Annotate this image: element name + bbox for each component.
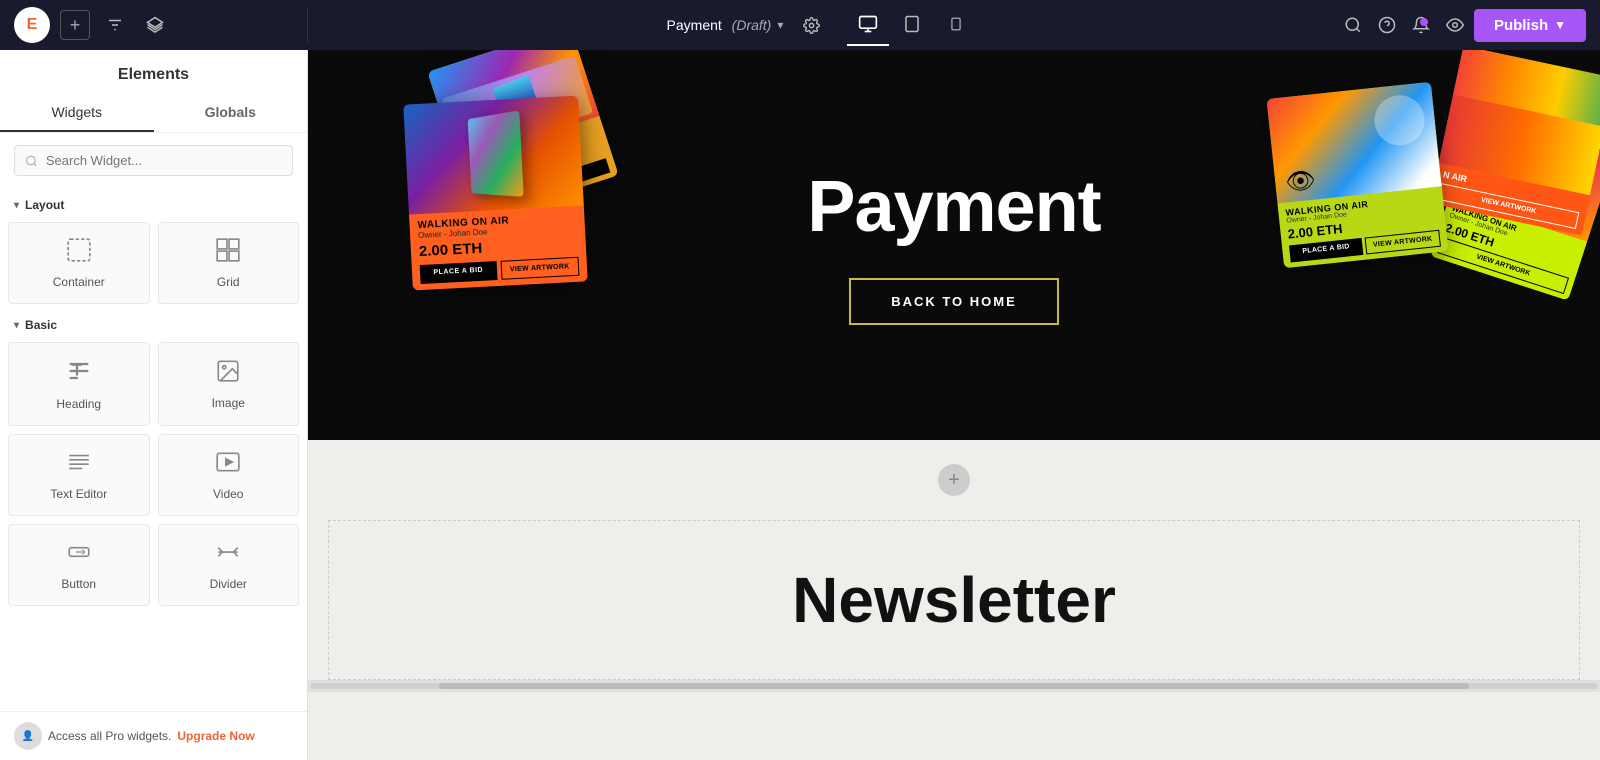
sidebar-body: ▾ Layout Container <box>0 188 307 760</box>
newsletter-title: Newsletter <box>792 563 1116 637</box>
svg-text:T: T <box>72 362 82 380</box>
layout-widgets-grid: Container Grid <box>8 218 299 308</box>
video-icon <box>215 449 241 481</box>
topbar-center: Payment (Draft) ▾ <box>308 4 1324 46</box>
horizontal-scrollbar[interactable] <box>308 680 1600 692</box>
hero-content: Payment BACK TO HOME <box>807 166 1100 325</box>
search-icon <box>25 154 38 168</box>
widget-image[interactable]: Image <box>158 342 300 426</box>
basic-section-title: ▾ Basic <box>8 308 299 338</box>
hero-title: Payment <box>807 166 1100 248</box>
preview-button[interactable] <box>1440 10 1470 40</box>
page-title-dropdown[interactable]: Payment (Draft) ▾ <box>655 11 796 39</box>
filters-button[interactable] <box>100 10 130 40</box>
sidebar-header: Elements Widgets Globals <box>0 50 307 133</box>
main-layout: Elements Widgets Globals ▾ <box>0 50 1600 760</box>
card-view-btn[interactable]: VIEW ARTWORK <box>500 257 579 280</box>
image-icon <box>215 358 241 390</box>
layout-collapse-icon: ▾ <box>14 200 19 211</box>
scrollbar-track <box>310 683 1598 689</box>
divider-icon <box>215 539 241 571</box>
sidebar-footer: 👤 Access all Pro widgets. Upgrade Now <box>0 711 308 760</box>
add-section-area[interactable]: + <box>308 440 1600 520</box>
text-editor-icon <box>66 449 92 481</box>
tab-globals[interactable]: Globals <box>154 94 308 132</box>
layout-section-title: ▾ Layout <box>8 188 299 218</box>
page-name: Payment <box>667 17 722 33</box>
page-settings-button[interactable] <box>795 9 827 41</box>
search-box <box>14 145 293 176</box>
topbar: E + Payment (Draft) ▾ <box>0 0 1600 50</box>
add-element-button[interactable]: + <box>60 10 90 40</box>
publish-arrow-icon: ▼ <box>1554 18 1566 32</box>
heading-icon: T <box>65 357 93 391</box>
topbar-left: E + <box>0 7 308 43</box>
view-mode-buttons <box>847 4 977 46</box>
button-icon <box>66 539 92 571</box>
widget-grid[interactable]: Grid <box>158 222 300 304</box>
sidebar-tabs: Widgets Globals <box>0 94 307 132</box>
plus-icon: + <box>70 15 81 36</box>
sidebar-title: Elements <box>118 66 189 83</box>
nft-cards-left: WALKING ON Johan Doe < .00 ETH PLACE A B… <box>308 50 648 440</box>
scrollbar-thumb <box>439 683 1469 689</box>
basic-widgets-grid: T Heading Image <box>8 338 299 610</box>
widget-video[interactable]: Video <box>158 434 300 516</box>
plus-circle-icon: + <box>948 469 960 492</box>
canvas: WALKING ON Johan Doe < .00 ETH PLACE A B… <box>308 50 1600 760</box>
help-button[interactable] <box>1372 10 1402 40</box>
hero-section: WALKING ON Johan Doe < .00 ETH PLACE A B… <box>308 50 1600 440</box>
nft-cards-right: 👁 WALKING ON AIR Owner - Johan Doe 2.00 … <box>1260 50 1600 440</box>
user-avatar: 👤 <box>14 722 42 750</box>
notifications-button[interactable] <box>1406 10 1436 40</box>
dropdown-arrow-icon: ▾ <box>777 18 783 32</box>
sidebar: Elements Widgets Globals ▾ <box>0 50 308 760</box>
publish-button[interactable]: Publish ▼ <box>1474 9 1586 42</box>
page-status: (Draft) <box>728 17 772 33</box>
widget-button[interactable]: Button <box>8 524 150 606</box>
widget-heading[interactable]: T Heading <box>8 342 150 426</box>
basic-collapse-icon: ▾ <box>14 320 19 331</box>
widget-text-editor[interactable]: Text Editor <box>8 434 150 516</box>
newsletter-section: Newsletter <box>328 520 1580 680</box>
card-bid-btn[interactable]: PLACE A BID <box>420 261 497 284</box>
search-button[interactable] <box>1338 10 1368 40</box>
search-input[interactable] <box>46 153 282 168</box>
upgrade-link[interactable]: Upgrade Now <box>177 729 254 743</box>
footer-text: Access all Pro widgets. <box>48 729 171 743</box>
widget-divider[interactable]: Divider <box>158 524 300 606</box>
publish-label: Publish <box>1494 17 1548 34</box>
tab-widgets[interactable]: Widgets <box>0 94 154 132</box>
grid-icon <box>215 237 241 269</box>
layers-button[interactable] <box>140 10 170 40</box>
add-section-button[interactable]: + <box>938 464 970 496</box>
sidebar-search-area <box>0 133 307 188</box>
container-icon <box>66 237 92 269</box>
notification-dot <box>1420 18 1428 26</box>
mobile-view-button[interactable] <box>935 4 977 46</box>
topbar-right: Publish ▼ <box>1324 9 1600 42</box>
hero-back-button[interactable]: BACK TO HOME <box>849 278 1059 325</box>
tablet-view-button[interactable] <box>891 4 933 46</box>
widget-container[interactable]: Container <box>8 222 150 304</box>
elementor-logo[interactable]: E <box>14 7 50 43</box>
desktop-view-button[interactable] <box>847 4 889 46</box>
